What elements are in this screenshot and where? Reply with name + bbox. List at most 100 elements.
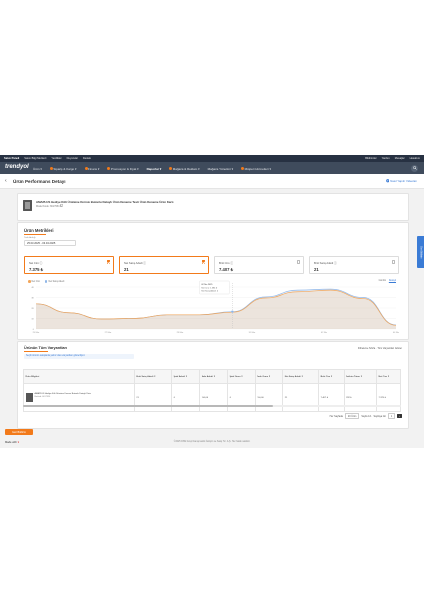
copyright: ©2025 DSM Grup Danışmanlık İletişim ve S… bbox=[173, 441, 251, 443]
sort-icon[interactable]: ⇕ bbox=[269, 376, 271, 378]
scrollbar-thumb[interactable] bbox=[23, 405, 273, 407]
column-header[interactable]: İade Adedi ⇕ bbox=[199, 369, 229, 384]
help-videos-link[interactable]: Nasıl Yapılır Videoları bbox=[385, 179, 417, 184]
nav-item-4[interactable]: Raporlar ▾ bbox=[147, 167, 162, 171]
back-icon[interactable]: ‹ bbox=[5, 178, 7, 184]
column-header[interactable]: Brüt Satış Adedi ⇕ bbox=[133, 369, 173, 384]
nav-item-2[interactable]: Finans ▾ bbox=[84, 166, 100, 171]
column-header[interactable]: İndirim Tutarı ⇕ bbox=[343, 369, 378, 384]
variant-barcode: Barkod: 6617954 bbox=[34, 395, 51, 398]
page-header: ‹ Ürün Performans Detayı Nasıl Yapılır V… bbox=[0, 174, 424, 189]
hover-point bbox=[231, 310, 234, 313]
per-page-select[interactable]: 20 Ürün bbox=[344, 413, 360, 419]
nav-item-7[interactable]: Müşteri Hizmetleri ▾ bbox=[241, 167, 271, 171]
nav-item-6[interactable]: Mağaza Yönetimi ▾ bbox=[208, 167, 233, 171]
x-tick-label: 31 Mar bbox=[249, 331, 256, 334]
nav-item-label: Müşteri Hizmetleri bbox=[244, 166, 269, 171]
table-cell: %0,00 bbox=[199, 383, 229, 412]
sort-icon[interactable]: ⇕ bbox=[241, 376, 243, 378]
footer: Made with ♥ ©2025 DSM Grup Danışmanlık İ… bbox=[0, 438, 424, 448]
search-button[interactable] bbox=[411, 164, 418, 172]
goto-page-input[interactable]: 1 bbox=[387, 413, 396, 419]
product-thumbnail bbox=[23, 200, 32, 211]
info-banner-text: Seçili ürünün satışlarda yalnız olan var… bbox=[26, 355, 86, 357]
help-videos-label: Nasıl Yapılır Videoları bbox=[390, 179, 417, 184]
table-cell: %0,00 bbox=[254, 383, 284, 412]
table-cell: 232 ₺ bbox=[343, 383, 378, 412]
topbar-link[interactable]: Destek bbox=[83, 157, 91, 160]
column-header[interactable]: İptal Oranı ⇕ bbox=[227, 369, 256, 384]
product-metrics-card: Ürün Metrikleri Tarih Aralığı 25.03.2025… bbox=[17, 222, 409, 340]
messages-link[interactable]: Mesajlar bbox=[395, 157, 405, 160]
feedback-side-tab[interactable]: Geri Bildirim bbox=[417, 236, 424, 268]
nav-item-label: Promosyon & Fiyat bbox=[110, 166, 137, 171]
nav-menu: Ürün ▾ Sipariş & Kargo ▾ Finans ▾ Promosyon… bbox=[33, 167, 271, 171]
column-header[interactable]: Brüt Ciro ⇕ bbox=[318, 369, 345, 384]
table-horizontal-scrollbar[interactable] bbox=[23, 405, 401, 407]
y-tick-label: 4K bbox=[31, 287, 34, 289]
notifications-link[interactable]: Bildirimler bbox=[365, 157, 376, 160]
play-icon bbox=[385, 179, 390, 183]
topbar-link[interactable]: Satıcı Bilgi Merkezi bbox=[24, 157, 46, 160]
next-page-button[interactable]: › bbox=[397, 414, 402, 418]
nav-item-5[interactable]: Mağaza & Reklam ▾ bbox=[169, 166, 200, 171]
main-navigation: trendyol Ürün ▾ Sipariş & Kargo ▾ Finans ▾… bbox=[0, 162, 424, 174]
trendyol-logo[interactable]: trendyol bbox=[5, 164, 29, 170]
sort-icon[interactable]: ⇕ bbox=[361, 376, 363, 378]
help-link[interactable]: Yardım bbox=[382, 157, 390, 160]
series-area bbox=[36, 290, 396, 329]
chevron-down-icon: ▾ bbox=[158, 166, 162, 171]
sort-icon[interactable]: ⇕ bbox=[154, 376, 156, 378]
table-cell: 0 bbox=[227, 383, 256, 412]
sort-icon[interactable]: ⇕ bbox=[213, 376, 215, 378]
nav-item-1[interactable]: Sipariş & Kargo ▾ bbox=[49, 166, 77, 171]
feedback-button[interactable]: Geri Bildirim bbox=[5, 429, 33, 435]
chevron-down-icon: ▾ bbox=[197, 166, 200, 171]
table-cell: 7.407 ₺ bbox=[318, 383, 345, 412]
page-indicator: Sayfa 1/1 bbox=[361, 414, 372, 418]
column-header[interactable]: Net Ciro ⇕ bbox=[376, 369, 401, 384]
feedback-label: Geri Bildirim bbox=[11, 430, 27, 434]
nav-item-label: Mağaza & Reklam bbox=[172, 166, 198, 171]
tooltip-text: 02 Nis 2025 bbox=[201, 284, 213, 286]
column-header[interactable]: İptal Adedi ⇕ bbox=[171, 369, 201, 384]
info-banner: Seçili ürünün satışlarda yalnız olan var… bbox=[24, 353, 134, 359]
top-utility-bar: Satıcı Paneli Satıcı Bilgi Merkezi Yenil… bbox=[0, 155, 424, 162]
column-header[interactable]: Ürün Bilgileri bbox=[23, 369, 135, 384]
tooltip-text: Net Ciro: 1.384 ₺ bbox=[201, 286, 218, 289]
sort-icon[interactable]: ⇕ bbox=[388, 376, 390, 378]
metrics-chart: 4K 3K 2K 1K 025 Mar 27 Mar 29 Mar 31 Mar 02 Nis 0… bbox=[31, 280, 400, 334]
x-tick-label: 04 Nis bbox=[393, 332, 400, 334]
topbar-link[interactable]: Yenilikler bbox=[51, 157, 61, 160]
pagination: Her Sayfada 20 Ürün Sayfa 1/1 Sayfaya Gi… bbox=[330, 413, 402, 419]
nav-item-label: Raporlar bbox=[146, 166, 159, 171]
nav-item-0[interactable]: Ürün ▾ bbox=[33, 167, 42, 171]
nav-item-3[interactable]: Promosyon & Fiyat ▾ bbox=[107, 166, 139, 171]
sort-icon[interactable]: ⇕ bbox=[331, 376, 333, 378]
title-underline bbox=[24, 351, 48, 352]
model-code: Model Kodu: 6617954 bbox=[36, 205, 60, 208]
topbar-link[interactable]: Duyurular bbox=[67, 157, 78, 160]
variants-actions[interactable]: Filtreleme Sıfırla · Tüm Varyantları Gös… bbox=[358, 347, 402, 350]
table-cell: 0 bbox=[171, 383, 201, 412]
table-cell: 21 bbox=[133, 383, 173, 412]
chevron-down-icon: ▾ bbox=[136, 166, 139, 171]
chevron-down-icon: ▾ bbox=[97, 166, 100, 171]
table-row[interactable]: AMAPLUS Hediye Kitli Ürününe Kırmızı But… bbox=[23, 383, 401, 412]
sort-icon[interactable]: ⇕ bbox=[186, 376, 188, 378]
nav-item-label: Mağaza Yönetimi bbox=[207, 166, 231, 171]
product-cell: AMAPLUS Hediye Kitli Ürününe Kırmızı But… bbox=[23, 383, 135, 412]
goto-label: Sayfaya Git bbox=[373, 414, 386, 418]
y-tick-label: 2K bbox=[31, 308, 34, 310]
product-name[interactable]: AMAPLUS Hediye Kitli Ürününe Kırmızı But… bbox=[36, 200, 173, 204]
variant-thumbnail bbox=[25, 393, 33, 402]
account-link[interactable]: Hesabım bbox=[410, 157, 420, 160]
sort-icon[interactable]: ⇕ bbox=[301, 376, 303, 378]
copy-icon[interactable] bbox=[60, 204, 63, 207]
column-header[interactable]: İade Oranı ⇕ bbox=[254, 369, 284, 384]
chevron-down-icon: ▾ bbox=[74, 166, 77, 171]
tooltip-text: Net Satış Adedi: 4 bbox=[201, 290, 218, 293]
column-header[interactable]: Net Satış Adedi ⇕ bbox=[282, 369, 320, 384]
y-tick-label: 1K bbox=[31, 318, 34, 320]
variants-title: Ürünün Tüm Varyantları bbox=[24, 346, 68, 350]
